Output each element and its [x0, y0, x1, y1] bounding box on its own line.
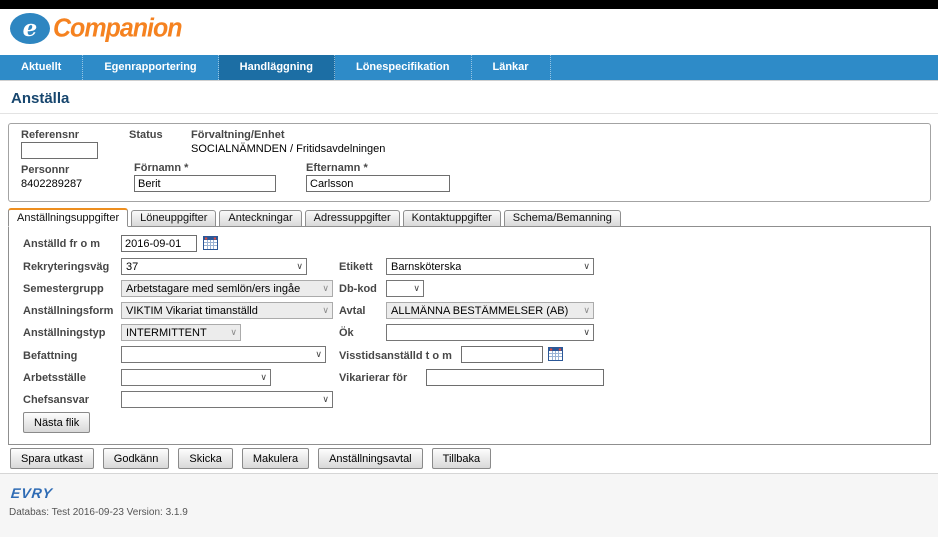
status-label: Status — [129, 129, 163, 141]
detail-tabstrip: Anställningsuppgifter Löneuppgifter Ante… — [8, 208, 624, 227]
tab-schema-bemanning[interactable]: Schema/Bemanning — [504, 210, 621, 227]
semestergrupp-select: Arbetstagare med semlön/ers ingåe ∨ — [121, 280, 333, 297]
nav-item-handlaggning[interactable]: Handläggning — [219, 55, 335, 80]
nav-item-lonespecifikation[interactable]: Lönespecifikation — [335, 55, 472, 80]
action-button-row: Spara utkast Godkänn Skicka Makulera Ans… — [10, 448, 491, 469]
app-window: e Companion Aktuellt Egenrapportering Ha… — [0, 0, 938, 537]
chefsansvar-label: Chefsansvar — [23, 394, 89, 406]
tab-loneuppgifter[interactable]: Löneuppgifter — [131, 210, 216, 227]
visstidsanstalld-tom-label: Visstidsanställd t o m — [339, 350, 452, 362]
chevron-down-icon: ∨ — [580, 262, 590, 271]
tab-anstallningsuppgifter[interactable]: Anställningsuppgifter — [8, 208, 128, 227]
window-top-strip — [0, 0, 938, 9]
etikett-select[interactable]: Barnsköterska ∨ — [386, 258, 594, 275]
logo-e-icon: e — [10, 13, 50, 44]
tillbaka-button[interactable]: Tillbaka — [432, 448, 492, 469]
forvaltning-enhet-label: Förvaltning/Enhet — [191, 129, 285, 141]
nasta-flik-button[interactable]: Nästa flik — [23, 412, 90, 433]
avtal-select: ALLMÄNNA BESTÄMMELSER (AB) ∨ — [386, 302, 594, 319]
referensnr-label: Referensnr — [21, 129, 79, 141]
ok-label: Ök — [339, 327, 354, 339]
chevron-down-icon: ∨ — [319, 284, 329, 293]
arbetsstalle-label: Arbetsställe — [23, 372, 86, 384]
app-logo: e Companion — [10, 13, 182, 44]
anstallningstyp-label: Anställningstyp — [23, 327, 106, 339]
nav-item-lankar[interactable]: Länkar — [472, 55, 551, 80]
chevron-down-icon: ∨ — [319, 306, 329, 315]
forvaltning-enhet-value: SOCIALNÄMNDEN / Fritidsavdelningen — [191, 143, 385, 155]
chevron-down-icon: ∨ — [580, 328, 590, 337]
tab-kontaktuppgifter[interactable]: Kontaktuppgifter — [403, 210, 501, 227]
chevron-down-icon: ∨ — [410, 284, 420, 293]
logo-wordmark: Companion — [53, 13, 182, 43]
chevron-down-icon: ∨ — [319, 395, 329, 404]
footer: EVRY Databas: Test 2016-09-23 Version: 3… — [0, 473, 938, 537]
godkann-button[interactable]: Godkänn — [103, 448, 170, 469]
chefsansvar-select[interactable]: ∨ — [121, 391, 333, 408]
chevron-down-icon: ∨ — [227, 328, 237, 337]
calendar-icon[interactable] — [548, 347, 563, 361]
makulera-button[interactable]: Makulera — [242, 448, 309, 469]
vikarierar-for-label: Vikarierar för — [339, 372, 407, 384]
nav-item-aktuellt[interactable]: Aktuellt — [0, 55, 83, 80]
rekryteringsvag-select[interactable]: 37 ∨ — [121, 258, 307, 275]
db-kod-label: Db-kod — [339, 283, 377, 295]
efternamn-label: Efternamn * — [306, 162, 368, 174]
skicka-button[interactable]: Skicka — [178, 448, 232, 469]
tab-adressuppgifter[interactable]: Adressuppgifter — [305, 210, 400, 227]
db-kod-select[interactable]: ∨ — [386, 280, 424, 297]
tab-anteckningar[interactable]: Anteckningar — [219, 210, 301, 227]
rekryteringsvag-label: Rekryteringsväg — [23, 261, 109, 273]
anstalld-from-input[interactable] — [121, 235, 197, 252]
etikett-label: Etikett — [339, 261, 373, 273]
semestergrupp-label: Semestergrupp — [23, 283, 104, 295]
chevron-down-icon: ∨ — [580, 306, 590, 315]
evry-logo: EVRY — [10, 485, 54, 501]
befattning-label: Befattning — [23, 350, 77, 362]
fornamn-input[interactable] — [134, 175, 276, 192]
ok-select[interactable]: ∨ — [386, 324, 594, 341]
anstallningsform-label: Anställningsform — [23, 305, 113, 317]
spara-utkast-button[interactable]: Spara utkast — [10, 448, 94, 469]
nav-item-egenrapportering[interactable]: Egenrapportering — [83, 55, 218, 80]
title-divider — [0, 113, 938, 114]
chevron-down-icon: ∨ — [312, 350, 322, 359]
anstallningstyp-select: INTERMITTENT ∨ — [121, 324, 241, 341]
employee-header-panel: Referensnr Status Förvaltning/Enhet SOCI… — [8, 123, 931, 202]
avtal-label: Avtal — [339, 305, 366, 317]
personnr-label: Personnr — [21, 164, 69, 176]
personnr-value: 8402289287 — [21, 178, 82, 190]
referensnr-input[interactable] — [21, 142, 98, 159]
chevron-down-icon: ∨ — [293, 262, 303, 271]
befattning-select[interactable]: ∨ — [121, 346, 326, 363]
chevron-down-icon: ∨ — [257, 373, 267, 382]
anstallningsform-select: VIKTIM Vikariat timanställd ∨ — [121, 302, 333, 319]
visstidsanstalld-tom-input[interactable] — [461, 346, 543, 363]
page-title: Anställa — [11, 90, 69, 107]
database-version-info: Databas: Test 2016-09-23 Version: 3.1.9 — [9, 507, 188, 518]
employment-form-panel: Anställd fr o m Rekryteringsväg 37 ∨ Sem… — [8, 226, 931, 445]
header-bar: e Companion — [0, 9, 938, 55]
calendar-icon[interactable] — [203, 236, 218, 250]
anstallningsavtal-button[interactable]: Anställningsavtal — [318, 448, 423, 469]
fornamn-label: Förnamn * — [134, 162, 188, 174]
main-nav: Aktuellt Egenrapportering Handläggning L… — [0, 55, 938, 80]
efternamn-input[interactable] — [306, 175, 450, 192]
arbetsstalle-select[interactable]: ∨ — [121, 369, 271, 386]
anstalld-from-label: Anställd fr o m — [23, 238, 100, 250]
vikarierar-for-input[interactable] — [426, 369, 604, 386]
